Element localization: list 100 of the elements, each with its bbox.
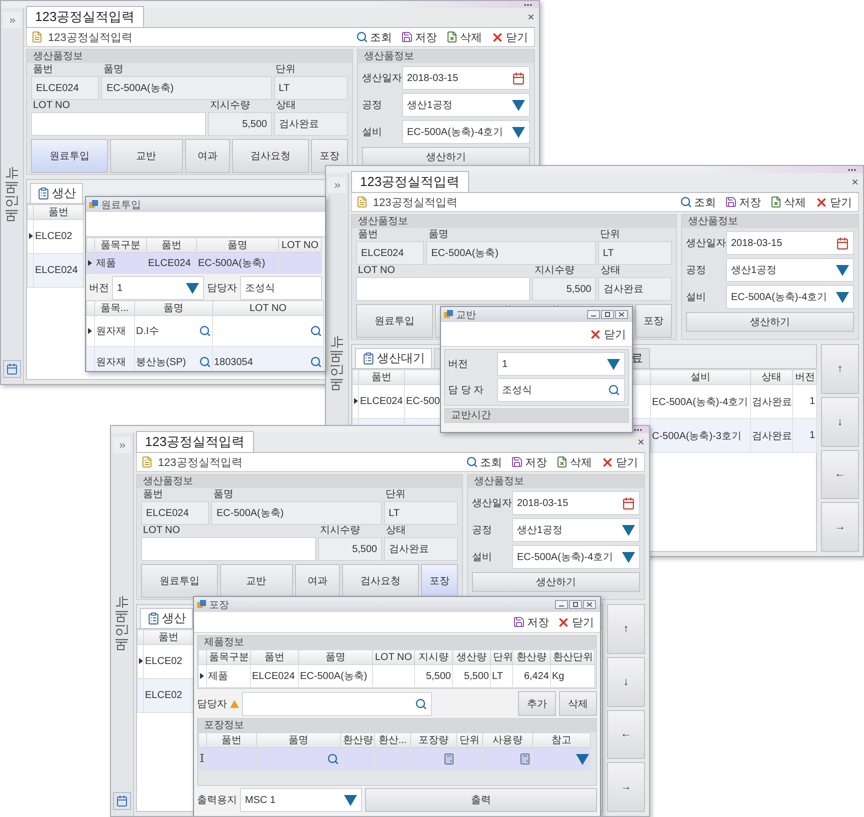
dropdown-arrow-icon[interactable] [576,754,589,764]
grid-row[interactable]: ELCE02 [138,678,194,712]
value-field[interactable] [31,112,206,136]
column-header[interactable]: 설비 [650,370,750,384]
tab[interactable]: 생산 [30,183,83,203]
add-button[interactable]: 추가 [518,691,556,716]
grid-row[interactable]: ELCE02 [28,220,84,254]
version-dropdown[interactable]: 1 [112,276,204,300]
tab[interactable]: 123공정실적입력 [26,6,144,27]
column-header[interactable]: 포장량 [410,732,456,748]
column-header[interactable]: 품번 [358,370,404,384]
column-header[interactable]: 품번 [146,238,196,252]
column-header[interactable]: 환산단위 [550,650,594,664]
arrow-button[interactable]: ← [821,450,859,500]
column-header[interactable]: 생산량 [452,650,490,664]
search-icon[interactable] [415,698,427,710]
close-icon[interactable] [527,13,535,21]
toolbar-button[interactable]: 닫기 [813,194,854,210]
column-header[interactable]: 환산량 [512,650,550,664]
column-header[interactable]: 품번 [34,204,84,220]
column-header[interactable]: 단위 [456,732,482,748]
column-header[interactable]: 품번 [250,650,298,664]
column-header[interactable]: 참고 [532,732,590,748]
dropdown-arrow-icon[interactable] [344,794,357,806]
grid-row[interactable] [198,748,590,770]
toolbar-button[interactable]: 닫기 [599,454,640,470]
step-button[interactable]: 교반 [110,139,183,173]
grid-row[interactable]: ELCE024 [28,254,84,288]
calculator-icon[interactable] [443,753,455,765]
column-header[interactable]: 환산... [374,732,410,748]
search-icon[interactable] [199,325,211,337]
column-header[interactable]: 품명 [298,650,372,664]
window-controls-icon[interactable] [555,600,597,609]
toolbar-button[interactable]: 삭제 [444,30,484,44]
dropdown-arrow-icon[interactable] [622,524,635,536]
tab[interactable]: 생산대기 [355,348,432,368]
calendar-button[interactable] [3,360,21,378]
process-dropdown[interactable]: 생산1공정 [402,93,530,117]
date-field[interactable]: 2018-03-15 [512,491,640,515]
grid-row[interactable]: 원자재 붕산농(SP) 1803054 [86,346,324,371]
close-icon[interactable] [637,438,645,446]
toolbar-button[interactable]: 조회 [464,454,504,470]
close-button[interactable]: 닫기 [587,326,628,342]
column-header[interactable]: 환산량 [340,732,374,748]
equipment-dropdown[interactable]: EC-500A(농축)-4호기 [512,545,640,569]
tab[interactable]: 123공정실적입력 [136,431,254,452]
dropdown-arrow-icon[interactable] [836,292,849,302]
value-field[interactable] [356,277,530,301]
step-button[interactable]: 포장 [421,564,458,598]
toolbar-button[interactable]: 닫기 [489,30,530,44]
value-field[interactable] [141,537,316,561]
arrow-button[interactable]: ↑ [607,604,645,654]
version-dropdown[interactable]: 1 [497,352,625,376]
column-header[interactable]: 품번 [206,732,256,748]
calendar-icon[interactable] [512,72,525,84]
date-field[interactable]: 2018-03-15 [726,231,854,255]
toolbar-button[interactable]: 닫기 [555,614,596,630]
side-menu-label[interactable]: 메인메뉴 [327,332,347,394]
calendar-icon[interactable] [622,496,635,510]
search-icon[interactable] [327,753,339,765]
toolbar-button[interactable]: 조회 [678,194,718,210]
column-header[interactable]: 단위 [490,650,512,664]
manager-field[interactable] [242,692,432,716]
dropdown-arrow-icon[interactable] [607,358,620,370]
process-dropdown[interactable]: 생산1공정 [726,258,854,282]
column-header[interactable]: LOT NO [212,300,324,316]
toolbar-button[interactable]: 저장 [723,194,763,210]
calculator-icon[interactable] [519,753,531,765]
dropdown-arrow-icon[interactable] [622,552,635,562]
side-menu-label[interactable]: 메인메뉴 [2,163,22,225]
search-icon[interactable] [608,384,620,396]
column-header[interactable]: 품명 [134,300,212,316]
arrow-button[interactable]: ← [607,710,645,760]
column-header[interactable]: 지시량 [414,650,452,664]
step-button[interactable]: 원료투입 [356,304,432,338]
column-header[interactable]: 품목구분 [94,238,146,252]
calendar-button[interactable] [113,792,131,810]
column-header[interactable]: 상태 [750,370,792,384]
toolbar-button[interactable]: 저장 [509,454,549,470]
column-header[interactable]: LOT NO [278,238,322,252]
produce-button[interactable]: 생산하기 [686,312,854,332]
step-button[interactable]: 원료투입 [31,139,108,173]
step-button[interactable]: 검사요청 [342,564,419,598]
toolbar-button[interactable]: 저장 [511,614,551,630]
grid-row[interactable]: ELCE02 [138,644,194,678]
date-field[interactable]: 2018-03-15 [402,66,530,90]
arrow-button[interactable]: → [821,502,859,552]
produce-button[interactable]: 생산하기 [472,572,640,592]
search-icon[interactable] [310,356,322,368]
column-header[interactable]: 사용량 [482,732,532,748]
column-header[interactable]: 버전 [792,370,816,384]
step-button[interactable]: 여과 [294,564,340,598]
manager-field[interactable]: 조성식 [240,276,322,300]
step-button[interactable]: 원료투입 [141,564,218,598]
toolbar-button[interactable]: 삭제 [768,194,808,210]
tab[interactable]: 생산 [140,608,193,628]
equipment-dropdown[interactable]: EC-500A(농축)-4호기 [726,285,854,309]
step-button[interactable]: 교반 [220,564,293,598]
column-header[interactable]: 품목구분 [206,650,250,664]
dropdown-arrow-icon[interactable] [512,100,525,110]
